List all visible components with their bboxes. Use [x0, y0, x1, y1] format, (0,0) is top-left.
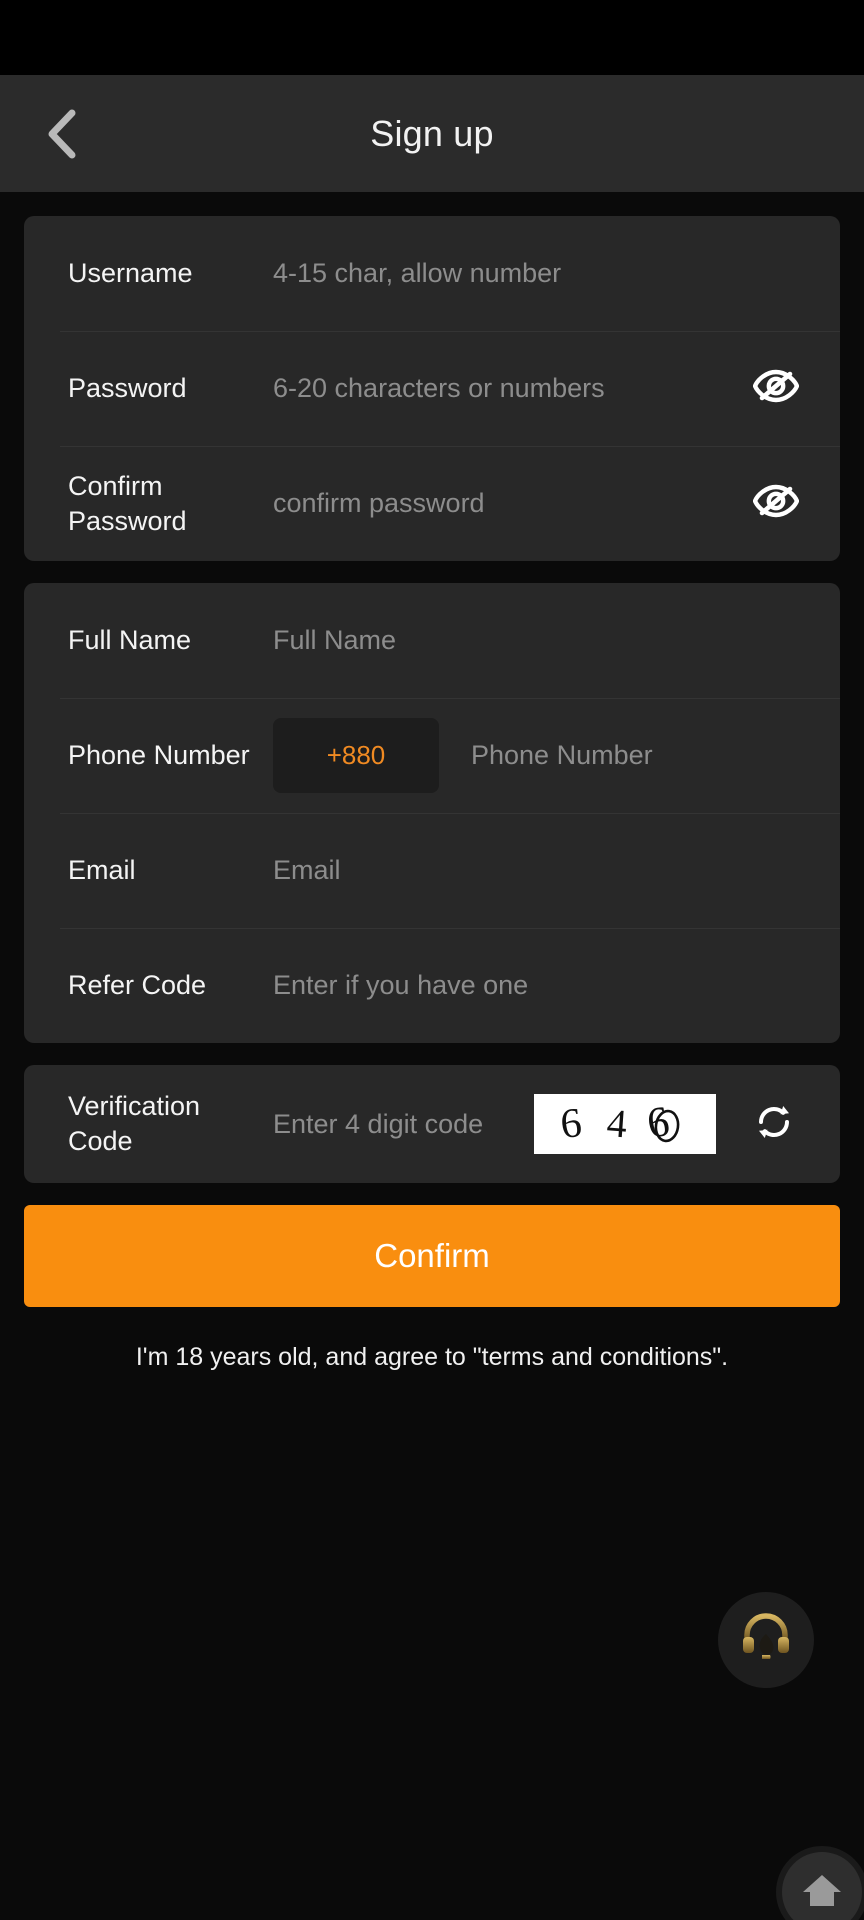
phone-number-field[interactable]: +880 Phone Number: [273, 718, 804, 793]
verification-code-field[interactable]: Enter 4 digit code 6 4 6: [273, 1094, 716, 1154]
status-bar: [0, 0, 864, 75]
refer-code-placeholder: Enter if you have one: [273, 970, 529, 1000]
password-field[interactable]: 6-20 characters or numbers: [273, 373, 740, 404]
svg-text:4: 4: [605, 1100, 628, 1146]
email-field[interactable]: Email: [273, 855, 804, 886]
headset-support-icon: [736, 1608, 796, 1673]
username-row[interactable]: Username 4-15 char, allow number: [24, 216, 840, 331]
password-placeholder: 6-20 characters or numbers: [273, 373, 605, 403]
password-visibility-toggle[interactable]: [748, 361, 804, 417]
signup-screen: Sign up Username 4-15 char, allow number…: [0, 0, 864, 1920]
full-name-field[interactable]: Full Name: [273, 625, 804, 656]
phone-number-label: Phone Number: [68, 740, 250, 771]
chevron-left-icon: [44, 108, 78, 160]
back-button[interactable]: [30, 103, 92, 165]
home-icon: [799, 1867, 845, 1918]
username-label: Username: [68, 258, 193, 289]
refer-code-field[interactable]: Enter if you have one: [273, 970, 804, 1001]
refer-code-label: Refer Code: [68, 970, 207, 1001]
username-field[interactable]: 4-15 char, allow number: [273, 258, 804, 289]
terms-and-conditions-text[interactable]: I'm 18 years old, and agree to "terms an…: [0, 1343, 864, 1372]
confirm-password-label: Confirm Password: [68, 470, 187, 536]
eye-off-icon: [752, 484, 800, 523]
refresh-icon: [752, 1100, 796, 1149]
email-label: Email: [68, 855, 136, 886]
verification-code-card: Verification Code Enter 4 digit code 6 4…: [24, 1065, 840, 1183]
confirm-button[interactable]: Confirm: [24, 1205, 840, 1307]
eye-off-icon: [752, 369, 800, 408]
refer-code-row[interactable]: Refer Code Enter if you have one: [24, 928, 840, 1043]
profile-details-card: Full Name Full Name Phone Number +880 Ph…: [24, 583, 840, 1043]
full-name-placeholder: Full Name: [273, 625, 397, 655]
country-code-value: +880: [326, 740, 386, 770]
phone-number-row[interactable]: Phone Number +880 Phone Number: [24, 698, 840, 813]
svg-text:6: 6: [558, 1100, 584, 1148]
page-title: Sign up: [370, 112, 494, 154]
confirm-password-field[interactable]: confirm password: [273, 488, 740, 519]
email-row[interactable]: Email Email: [24, 813, 840, 928]
confirm-password-placeholder: confirm password: [273, 488, 485, 518]
confirm-password-row[interactable]: Confirm Password confirm password: [24, 446, 840, 561]
password-label: Password: [68, 373, 187, 404]
verification-code-placeholder: Enter 4 digit code: [273, 1108, 484, 1139]
verification-code-label: Verification Code: [68, 1091, 201, 1156]
app-header: Sign up: [0, 75, 864, 192]
email-placeholder: Email: [273, 855, 341, 885]
confirm-password-visibility-toggle[interactable]: [748, 476, 804, 532]
verification-code-row[interactable]: Verification Code Enter 4 digit code 6 4…: [24, 1065, 840, 1183]
country-code-selector[interactable]: +880: [273, 718, 439, 793]
full-name-row[interactable]: Full Name Full Name: [24, 583, 840, 698]
home-button[interactable]: [776, 1846, 864, 1920]
password-row[interactable]: Password 6-20 characters or numbers: [24, 331, 840, 446]
username-placeholder: 4-15 char, allow number: [273, 258, 562, 288]
customer-support-button[interactable]: [718, 1592, 814, 1688]
full-name-label: Full Name: [68, 625, 192, 656]
refresh-captcha-button[interactable]: [738, 1088, 810, 1160]
account-credentials-card: Username 4-15 char, allow number Passwor…: [24, 216, 840, 561]
phone-number-placeholder: Phone Number: [471, 740, 653, 770]
captcha-image[interactable]: 6 4 6: [534, 1094, 716, 1154]
